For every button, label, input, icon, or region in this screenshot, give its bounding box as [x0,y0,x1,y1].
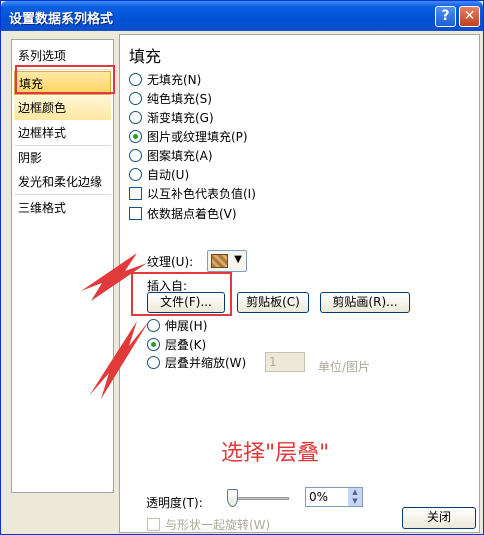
arrow-to-file-button [81,253,147,301]
arrow-to-stack-option [89,321,149,399]
annotation-arrows [81,253,149,399]
format-data-series-dialog: 设置数据系列格式 ? ✕ 系列选项 填充 边框颜色 边框样式 阴影 发光和柔化边… [0,0,484,535]
